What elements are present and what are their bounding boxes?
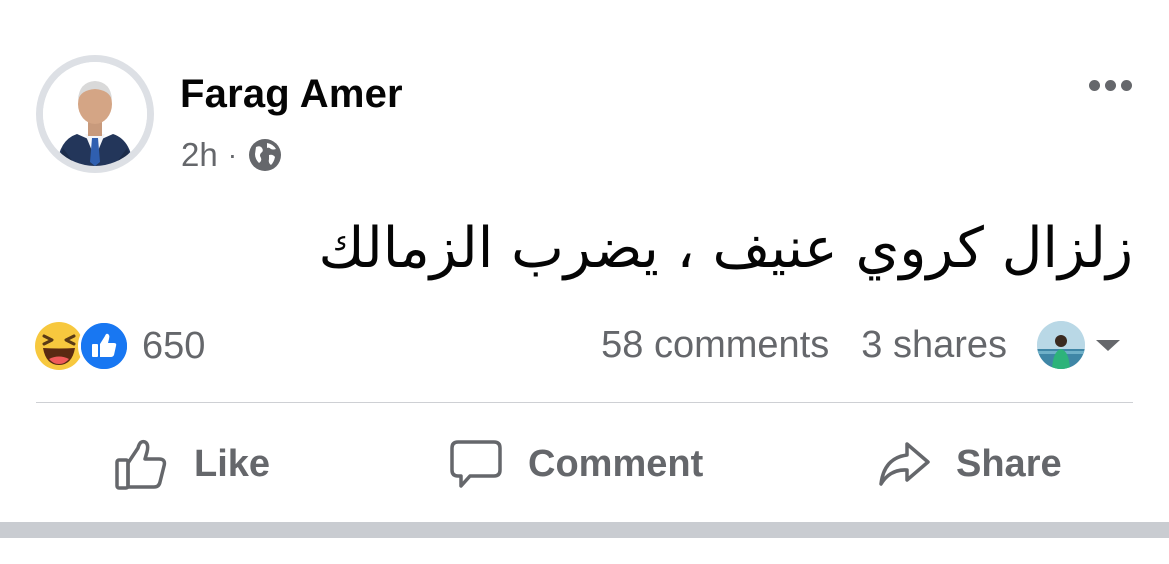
viewer-avatar[interactable] [1037, 321, 1085, 369]
post-time[interactable]: 2h [181, 136, 218, 174]
share-button[interactable]: Share [876, 436, 1062, 492]
more-horizontal-icon-dot [1104, 79, 1116, 91]
share-arrow-icon [879, 442, 930, 486]
meta-separator: · [227, 139, 238, 170]
thumbs-up-icon [115, 439, 167, 490]
comment-button[interactable]: Comment [448, 436, 703, 492]
more-horizontal-icon-dot [1120, 79, 1132, 91]
more-horizontal-icon-dot [1088, 79, 1100, 91]
like-label: Like [194, 442, 271, 485]
author-avatar[interactable] [36, 55, 154, 173]
like-reaction-icon [78, 320, 130, 372]
haha-reaction-icon [34, 321, 84, 371]
divider [36, 402, 1133, 403]
post-meta: 2h · [181, 136, 283, 174]
reactions-summary[interactable]: 650 [34, 320, 205, 372]
engagement-counts: 58 comments 3 shares [601, 324, 1007, 367]
more-options-button[interactable] [1082, 70, 1138, 100]
globe-icon[interactable] [247, 137, 283, 173]
share-label: Share [956, 442, 1062, 485]
comments-count[interactable]: 58 comments [601, 324, 829, 367]
author-photo [43, 62, 147, 166]
like-button[interactable]: Like [114, 436, 270, 492]
facebook-post: Farag Amer 2h · زلزال كروي عنيف ، يضرب ا… [0, 0, 1169, 564]
chevron-down-icon[interactable] [1096, 340, 1120, 351]
comment-label: Comment [528, 442, 704, 485]
author-name[interactable]: Farag Amer [180, 72, 403, 117]
comment-bubble-icon [450, 440, 502, 488]
feed-separator [0, 522, 1169, 538]
reaction-count: 650 [142, 324, 206, 367]
shares-count[interactable]: 3 shares [861, 324, 1007, 367]
post-text: زلزال كروي عنيف ، يضرب الزمالك [318, 216, 1133, 281]
